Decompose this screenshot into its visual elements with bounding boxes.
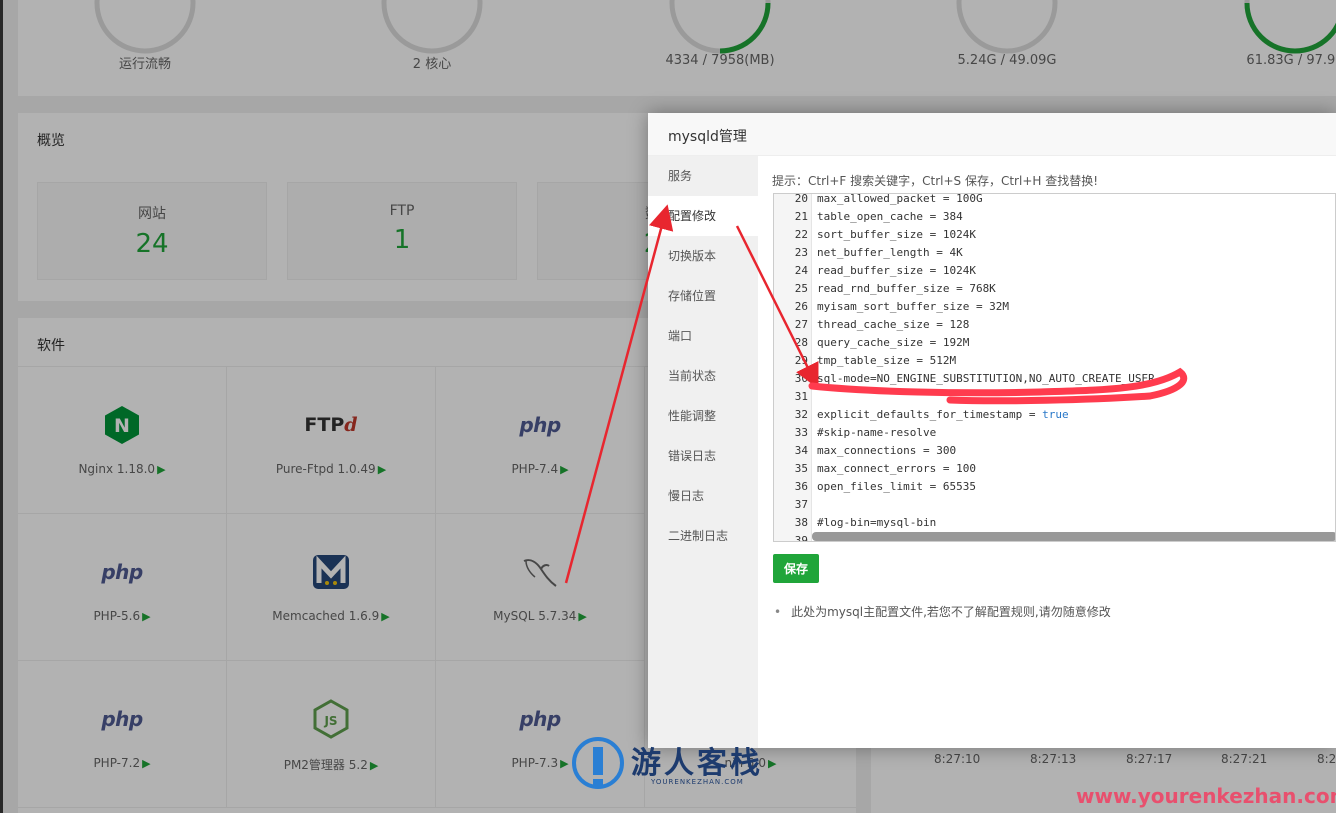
watermark-url: www.yourenkezhan.com [1076, 784, 1336, 808]
watermark-brand-cn: 游人客栈 [631, 746, 763, 781]
watermark-brand-en: YOURENKEZHAN.COM [651, 778, 744, 786]
annotation-arrow-2 [735, 225, 819, 389]
annotation-underline [808, 367, 1188, 405]
annotation-overlay [564, 204, 1188, 584]
page: 运行流畅 2 核心 4334 / 7958(MB) 5.24G / 49.09G [0, 0, 1336, 813]
annotation-arrow-1 [564, 204, 674, 584]
